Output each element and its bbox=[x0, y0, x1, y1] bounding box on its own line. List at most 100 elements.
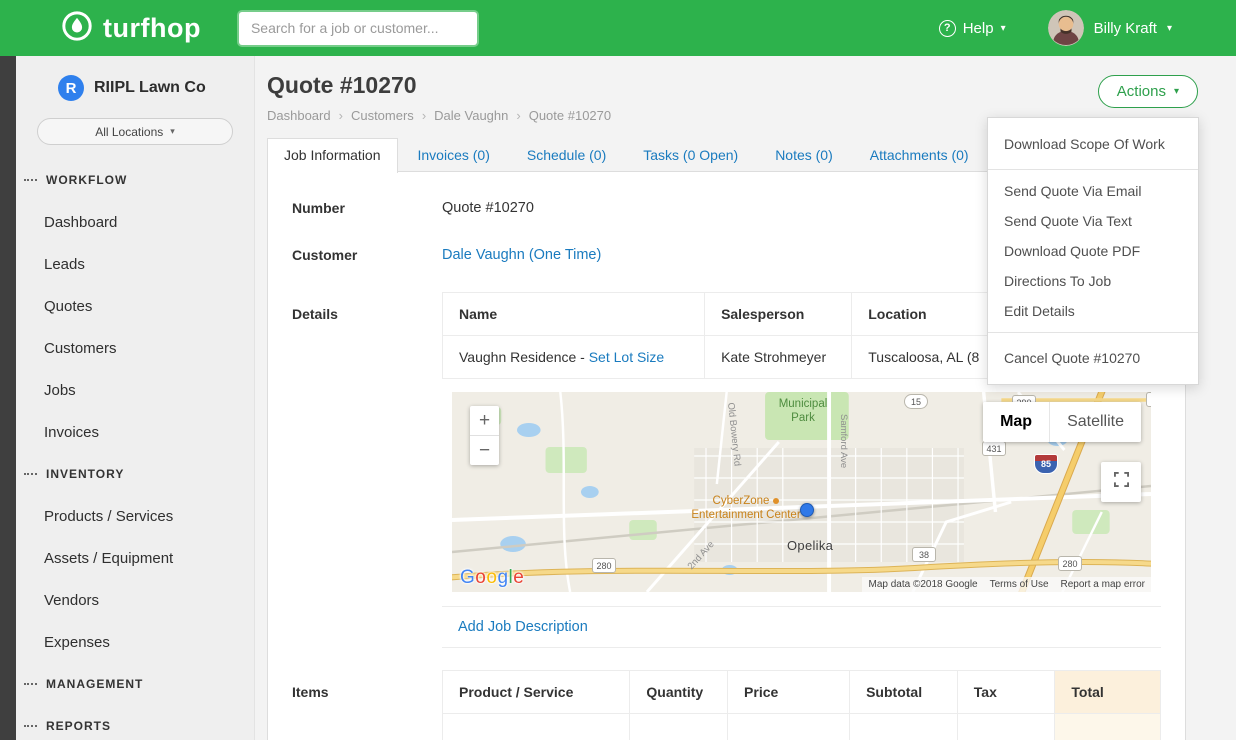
chevron-right-icon: › bbox=[516, 108, 520, 123]
map-data-credit: Map data ©2018 Google bbox=[868, 579, 977, 590]
main-content: Quote #10270 Dashboard › Customers › Dal… bbox=[255, 56, 1236, 740]
dashes-icon bbox=[24, 683, 37, 685]
route-shield-280-east: 280 bbox=[1058, 556, 1082, 571]
menu-divider bbox=[988, 332, 1198, 333]
details-header-name: Name bbox=[443, 293, 705, 336]
user-name: Billy Kraft bbox=[1094, 20, 1157, 37]
tab-invoices[interactable]: Invoices (0) bbox=[401, 138, 507, 172]
sidebar-nav: WORKFLOW Dashboard Leads Quotes Customer… bbox=[16, 159, 254, 740]
satellite-view-button[interactable]: Satellite bbox=[1050, 402, 1141, 442]
menu-item-send-quote-via-email[interactable]: Send Quote Via Email bbox=[988, 176, 1198, 206]
chevron-down-icon: ▾ bbox=[170, 126, 175, 137]
search-input[interactable] bbox=[239, 12, 477, 45]
tab-job-information[interactable]: Job Information bbox=[267, 138, 398, 173]
zoom-control: + − bbox=[470, 406, 499, 465]
company-logo: R bbox=[58, 75, 84, 101]
sidebar-item-assets-equipment[interactable]: Assets / Equipment bbox=[16, 537, 254, 579]
zoom-out-button[interactable]: − bbox=[470, 436, 499, 465]
map-marker[interactable] bbox=[800, 503, 814, 517]
breadcrumb-customers[interactable]: Customers bbox=[351, 108, 414, 123]
location-selector-label: All Locations bbox=[95, 125, 163, 139]
chevron-down-icon: ▾ bbox=[1001, 23, 1006, 34]
items-label: Items bbox=[292, 670, 442, 700]
sidebar-item-invoices[interactable]: Invoices bbox=[16, 411, 254, 453]
help-menu[interactable]: ? Help ▾ bbox=[939, 20, 1006, 37]
number-label: Number bbox=[292, 198, 442, 216]
map-view-button[interactable]: Map bbox=[983, 402, 1049, 442]
map-attribution: Map data ©2018 Google Terms of Use Repor… bbox=[862, 577, 1151, 592]
items-header-total: Total bbox=[1055, 671, 1161, 714]
sidebar-item-customers[interactable]: Customers bbox=[16, 327, 254, 369]
details-label: Details bbox=[292, 292, 442, 322]
menu-item-cancel-quote[interactable]: Cancel Quote #10270 bbox=[988, 339, 1198, 377]
fullscreen-button[interactable] bbox=[1101, 462, 1141, 502]
items-header-tax: Tax bbox=[957, 671, 1055, 714]
brand-wordmark: turfhop bbox=[103, 13, 201, 44]
menu-item-edit-details[interactable]: Edit Details bbox=[988, 296, 1198, 326]
items-header-subtotal: Subtotal bbox=[850, 671, 958, 714]
breadcrumb-current-quote: Quote #10270 bbox=[529, 108, 611, 123]
menu-item-send-quote-via-text[interactable]: Send Quote Via Text bbox=[988, 206, 1198, 236]
tab-notes[interactable]: Notes (0) bbox=[758, 138, 850, 172]
company-header: R RIIPL Lawn Co bbox=[16, 75, 254, 101]
items-header-quantity: Quantity bbox=[630, 671, 728, 714]
actions-dropdown-menu: Download Scope Of Work Send Quote Via Em… bbox=[987, 117, 1199, 385]
section-header-management: MANAGEMENT bbox=[16, 663, 254, 705]
chevron-right-icon: › bbox=[422, 108, 426, 123]
items-header-product-service: Product / Service bbox=[443, 671, 630, 714]
sidebar-item-vendors[interactable]: Vendors bbox=[16, 579, 254, 621]
details-header-salesperson: Salesperson bbox=[705, 293, 852, 336]
menu-item-download-scope-of-work[interactable]: Download Scope Of Work bbox=[988, 125, 1198, 163]
sidebar-item-products-services[interactable]: Products / Services bbox=[16, 495, 254, 537]
set-lot-size-link[interactable]: Set Lot Size bbox=[589, 349, 665, 365]
route-shield-15: 15 bbox=[904, 394, 928, 409]
report-map-error-link[interactable]: Report a map error bbox=[1061, 579, 1145, 590]
page-title: Quote #10270 bbox=[267, 72, 1236, 99]
dashes-icon bbox=[24, 473, 37, 475]
terms-of-use-link[interactable]: Terms of Use bbox=[990, 579, 1049, 590]
job-location-map[interactable]: Municipal Park CyberZone Entertainment C… bbox=[452, 392, 1151, 592]
chevron-right-icon: › bbox=[339, 108, 343, 123]
customer-type-link[interactable]: (One Time) bbox=[529, 247, 602, 263]
fullscreen-icon bbox=[1114, 472, 1129, 492]
sidebar-item-quotes[interactable]: Quotes bbox=[16, 285, 254, 327]
chevron-down-icon: ▾ bbox=[1167, 23, 1172, 34]
tab-attachments[interactable]: Attachments (0) bbox=[853, 138, 986, 172]
brand-logo[interactable]: turfhop bbox=[60, 9, 201, 48]
sidebar-item-jobs[interactable]: Jobs bbox=[16, 369, 254, 411]
tab-tasks[interactable]: Tasks (0 Open) bbox=[626, 138, 755, 172]
location-selector[interactable]: All Locations ▾ bbox=[37, 118, 233, 145]
salesperson-value: Kate Strohmeyer bbox=[705, 336, 852, 379]
items-table: Product / Service Quantity Price Subtota… bbox=[442, 670, 1161, 740]
map-type-control: Map Satellite bbox=[983, 402, 1141, 442]
section-header-reports: REPORTS bbox=[16, 705, 254, 740]
map-label-municipal-park: Municipal Park bbox=[768, 397, 838, 426]
sidebar-item-leads[interactable]: Leads bbox=[16, 243, 254, 285]
add-job-description-link[interactable]: Add Job Description bbox=[458, 619, 588, 635]
user-menu[interactable]: Billy Kraft ▾ bbox=[1048, 10, 1172, 46]
customer-name-link[interactable]: Dale Vaughn bbox=[442, 247, 525, 263]
left-edge-strip bbox=[0, 56, 16, 740]
items-empty-row bbox=[443, 714, 1161, 740]
topbar: turfhop ? Help ▾ Billy Kraft ▾ bbox=[0, 0, 1236, 56]
actions-button[interactable]: Actions ▾ bbox=[1098, 75, 1198, 108]
company-name: RIIPL Lawn Co bbox=[94, 79, 206, 97]
help-label: Help bbox=[963, 20, 994, 37]
breadcrumb-dale-vaughn[interactable]: Dale Vaughn bbox=[434, 108, 508, 123]
menu-divider bbox=[988, 169, 1198, 170]
breadcrumb-dashboard[interactable]: Dashboard bbox=[267, 108, 331, 123]
help-icon: ? bbox=[939, 20, 956, 37]
route-shield-280: 280 bbox=[592, 558, 616, 573]
zoom-in-button[interactable]: + bbox=[470, 406, 499, 435]
menu-item-download-quote-pdf[interactable]: Download Quote PDF bbox=[988, 236, 1198, 266]
turfhop-logo-icon bbox=[60, 9, 94, 48]
sidebar: R RIIPL Lawn Co All Locations ▾ WORKFLOW… bbox=[16, 56, 255, 740]
google-logo[interactable]: Google bbox=[460, 567, 524, 589]
route-shield-38: 38 bbox=[912, 547, 936, 562]
tab-schedule[interactable]: Schedule (0) bbox=[510, 138, 623, 172]
poi-icon bbox=[773, 498, 779, 504]
sidebar-item-expenses[interactable]: Expenses bbox=[16, 621, 254, 663]
sidebar-item-dashboard[interactable]: Dashboard bbox=[16, 201, 254, 243]
items-header-price: Price bbox=[728, 671, 850, 714]
menu-item-directions-to-job[interactable]: Directions To Job bbox=[988, 266, 1198, 296]
